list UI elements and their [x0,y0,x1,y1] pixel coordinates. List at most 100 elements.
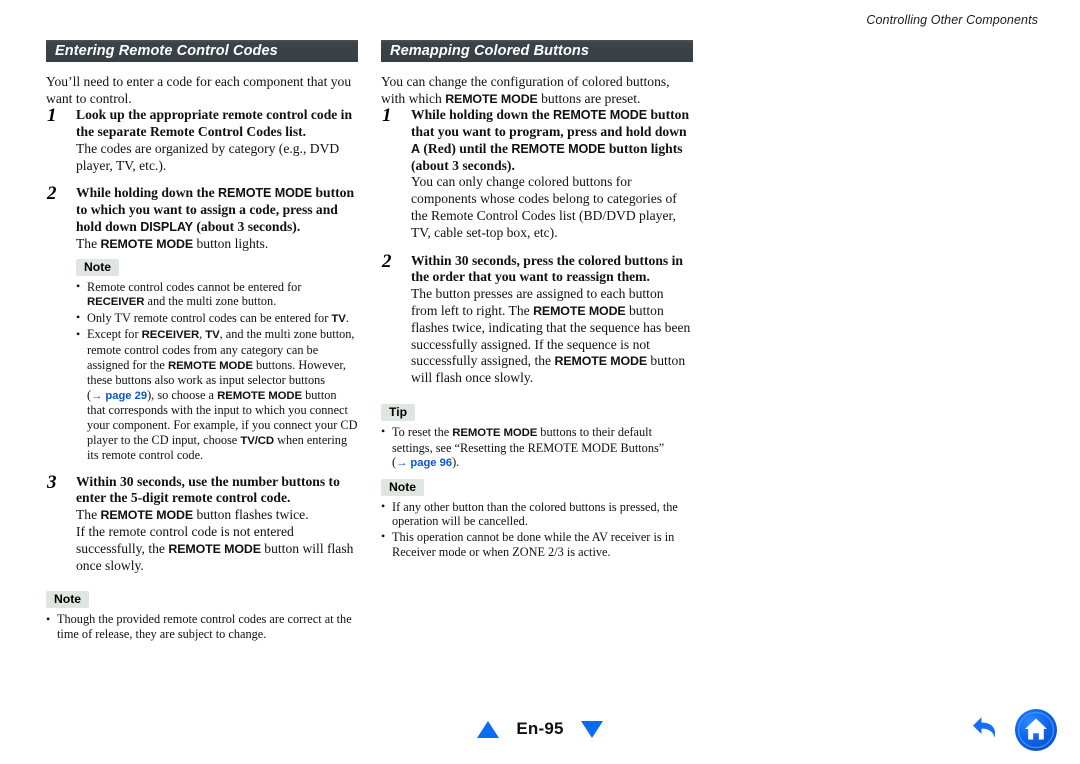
button-name-text: RECEIVER [87,296,145,309]
text-run: You can only change colored buttons for … [411,174,677,240]
left-column: Entering Remote Control Codes You’ll nee… [46,40,358,644]
text-run: Though the provided remote control codes… [57,612,352,642]
steps-list-right: 1 While holding down the REMOTE MODE but… [381,105,693,387]
bold-text: Within 30 seconds, press the colored but… [411,252,683,285]
step-item: 3 Within 30 seconds, use the number butt… [46,471,358,575]
button-name-text: A [411,141,420,156]
bold-text: While holding down the [76,185,219,201]
section-title: Entering Remote Control Codes [55,43,278,59]
step-body: The codes are organized by category (e.g… [76,141,358,175]
note-bullet-list: Though the provided remote control codes… [46,612,358,641]
intro-paragraph: You’ll need to enter a code for each com… [46,74,352,106]
home-icon[interactable] [1014,708,1058,752]
bold-text: (about 3 seconds). [192,218,301,234]
bullet-item: To reset the REMOTE MODE buttons to thei… [381,424,693,471]
bold-text: Within 30 seconds, use the number button… [76,473,340,506]
section-header-remapping-colored-buttons: Remapping Colored Buttons [381,40,693,62]
button-name-text: REMOTE MODE [445,91,538,106]
step-body: The button presses are assigned to each … [411,286,693,387]
step-heading: Within 30 seconds, press the colored but… [411,253,693,287]
button-name-text: REMOTE MODE [218,186,313,201]
text-run: The [76,507,101,523]
next-page-triangle-icon[interactable] [580,720,603,738]
step-heading: Within 30 seconds, use the number button… [76,474,358,508]
bold-text: Look up the appropriate remote control c… [76,107,353,139]
button-name-text: DISPLAY [140,219,193,234]
text-run: button flashes twice. [193,507,309,523]
step-body: The REMOTE MODE button lights. [76,236,358,253]
step-number: 3 [47,471,57,493]
intro-paragraph: You can change the configuration of colo… [381,74,693,107]
bullet-item: Except for RECEIVER, TV, and the multi z… [76,327,358,462]
button-name-text: TV/CD [240,434,275,447]
button-name-text: REMOTE MODE [554,354,647,369]
bullet-item: Remote control codes cannot be entered f… [76,279,358,310]
bullet-item: Though the provided remote control codes… [46,612,358,641]
page-number-label: En-95 [516,719,564,738]
page-reference-link[interactable]: → page 96 [396,457,452,469]
text-run: Only TV remote control codes can be ente… [87,310,332,325]
tip-badge: Tip [381,403,416,421]
footer-page-nav: En-95 [0,714,1080,744]
button-name-text: TV [331,312,346,325]
note-bullet-list: Remote control codes cannot be entered f… [76,279,358,463]
section-header-entering-remote-control-codes: Entering Remote Control Codes [46,40,358,62]
button-name-text: RECEIVER [141,329,200,342]
steps-list-left: 1 Look up the appropriate remote control… [46,105,358,575]
step-number: 1 [47,105,57,127]
text-run: ), so choose a [147,387,218,402]
button-name-text: TV [205,329,220,342]
button-name-text: REMOTE MODE [100,236,194,251]
button-name-text: REMOTE MODE [217,389,303,402]
button-name-text: REMOTE MODE [167,359,253,372]
step-item: 1 Look up the appropriate remote control… [46,105,358,175]
page-reference-link[interactable]: → page 29 [91,390,147,402]
bullet-item: If any other button than the colored but… [381,499,693,529]
note-block: Note If any other button than the colore… [381,473,693,559]
button-name-text: REMOTE MODE [100,508,194,523]
text-run: This operation cannot be done while the … [392,529,675,559]
tip-bullet-list: To reset the REMOTE MODE buttons to thei… [381,424,693,471]
button-name-text: REMOTE MODE [511,141,606,156]
corner-navigation [970,708,1058,752]
step-heading: Look up the appropriate remote control c… [76,107,358,141]
tip-block: Tip To reset the REMOTE MODE buttons to … [381,398,693,471]
bullet-item: Only TV remote control codes can be ente… [76,310,358,327]
text-run: ). [452,455,460,470]
section-title: Remapping Colored Buttons [390,43,590,59]
text-run: To reset the [392,424,453,439]
text-run: buttons are preset. [537,90,641,106]
button-name-text: REMOTE MODE [452,426,538,439]
bold-text: (Red) until the [420,140,512,156]
note-badge: Note [381,478,425,496]
step-number: 1 [382,105,392,127]
button-name-text: REMOTE MODE [168,541,261,556]
step-item: 2 While holding down the REMOTE MODE but… [46,183,358,463]
back-arrow-icon[interactable] [970,713,1004,747]
note-bullet-list: If any other button than the colored but… [381,499,693,559]
text-run: The codes are organized by category (e.g… [76,140,340,173]
step-heading: While holding down the REMOTE MODE butto… [411,107,693,174]
right-column: Remapping Colored Buttons You can change… [381,40,693,561]
step-body: The REMOTE MODE button flashes twice. If … [76,507,358,574]
text-run: Remote control codes cannot be entered f… [87,279,302,294]
step-item: 1 While holding down the REMOTE MODE but… [381,105,693,241]
bold-text: While holding down the [411,107,554,123]
text-run: . [345,310,349,325]
text-run: and the multi zone button. [144,294,277,309]
button-name-text: REMOTE MODE [553,108,648,123]
step-number: 2 [47,183,57,205]
step-body: You can only change colored buttons for … [411,174,693,241]
note-block-inner: Note Remote control codes cannot be ente… [76,253,358,463]
note-badge: Note [46,591,90,609]
text-run: The [76,235,101,251]
note-block-outer: Note Though the provided remote control … [46,585,358,641]
text-run: If any other button than the colored but… [392,499,678,529]
step-item: 2 Within 30 seconds, press the colored b… [381,250,693,387]
running-head: Controlling Other Components [866,13,1038,27]
bullet-item: This operation cannot be done while the … [381,529,693,559]
text-run: button lights. [193,235,269,251]
step-number: 2 [382,250,392,272]
previous-page-triangle-icon[interactable] [477,720,500,738]
text-run: Except for [87,327,142,342]
